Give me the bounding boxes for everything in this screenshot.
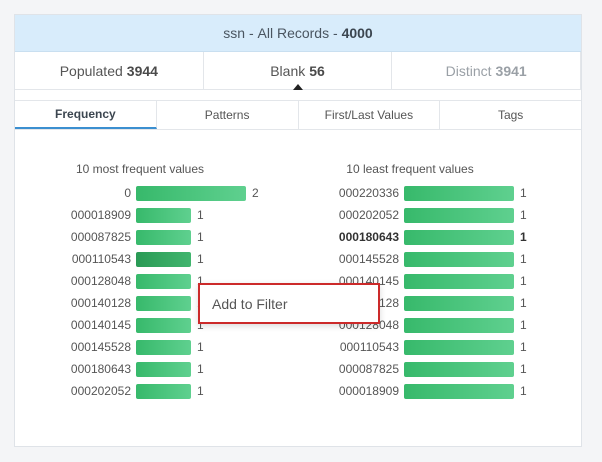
value-label: 000140145 [70, 318, 131, 332]
tab-tags[interactable]: Tags [440, 101, 581, 129]
count-label: 1 [520, 252, 527, 266]
frequency-bar[interactable] [136, 251, 191, 267]
value-label: 000128048 [70, 274, 131, 288]
count-label: 1 [520, 296, 527, 310]
frequency-bar[interactable] [136, 361, 191, 377]
stat-distinct-label: Distinct [445, 62, 492, 79]
caret-up-icon [293, 84, 303, 90]
frequency-bar[interactable] [404, 317, 514, 333]
frequency-bar[interactable] [404, 383, 514, 399]
value-label: 000110543 [339, 340, 399, 354]
count-label: 1 [197, 230, 204, 244]
frequency-bar[interactable] [404, 273, 514, 289]
count-label: 1 [520, 208, 527, 222]
frequency-row: 000202052 1 [290, 204, 530, 226]
count-label: 1 [197, 252, 204, 266]
value-label: 000140128 [70, 296, 131, 310]
value-label: 000110543 [71, 252, 131, 266]
stat-populated[interactable]: Populated 3944 [15, 52, 204, 89]
frequency-row: 000110543 1 [290, 336, 530, 358]
value-label: 000180643 [70, 362, 131, 376]
value-label: 000018909 [70, 208, 131, 222]
frequency-bar[interactable] [404, 185, 514, 201]
stat-blank-value: 56 [309, 62, 325, 79]
most-frequent-title: 10 most frequent values [75, 162, 205, 176]
tab-patterns[interactable]: Patterns [157, 101, 299, 129]
stat-distinct-value: 3941 [495, 62, 527, 79]
frequency-bar[interactable] [136, 339, 191, 355]
frequency-row: 000220336 1 [290, 182, 530, 204]
stats-bar: Populated 3944 Blank 56 Distinct 3941 [15, 52, 582, 90]
records-label: All Records [257, 25, 330, 41]
frequency-row: 000145528 1 [20, 336, 260, 358]
frequency-bar[interactable] [136, 185, 246, 201]
count-label: 1 [520, 186, 527, 200]
count-label: 1 [197, 384, 204, 398]
stat-populated-label: Populated [59, 62, 123, 79]
tab-frequency[interactable]: Frequency [15, 101, 157, 129]
value-label: 000202052 [338, 208, 399, 222]
frequency-row: 02 [20, 182, 260, 204]
frequency-bar[interactable] [136, 207, 191, 223]
frequency-row: 000180643 1 [290, 226, 530, 248]
frequency-bar[interactable] [404, 229, 514, 245]
value-label: 000087825 [70, 230, 131, 244]
count-label: 1 [197, 362, 204, 376]
header-separator: - [245, 25, 258, 41]
stat-distinct[interactable]: Distinct 3941 [392, 52, 582, 89]
value-label: 000087825 [338, 362, 399, 376]
context-menu-add-to-filter[interactable]: Add to Filter [198, 283, 380, 324]
value-label: 0 [124, 186, 131, 200]
count-label: 1 [197, 340, 204, 354]
frequency-bar[interactable] [136, 229, 191, 245]
frequency-row: 000018909 1 [20, 204, 260, 226]
field-header: ssn - All Records - 4000 [15, 15, 581, 52]
count-label: 2 [252, 186, 259, 200]
count-label: 1 [520, 318, 527, 332]
frequency-bar[interactable] [136, 383, 191, 399]
most-frequent-panel: 10 most frequent values 0 2 000018909 1 0000… [20, 162, 260, 402]
count-label: 1 [197, 208, 204, 222]
stat-populated-value: 3944 [126, 62, 158, 79]
frequency-row: 000110543 1 [20, 248, 260, 270]
value-label: 000018909 [338, 384, 399, 398]
tab-first-last-values[interactable]: First/Last Values [299, 101, 441, 129]
count-label: 1 [520, 362, 527, 376]
count-label: 1 [520, 384, 527, 398]
frequency-bar[interactable] [136, 273, 191, 289]
frequency-bar[interactable] [404, 295, 514, 311]
stat-blank-label: Blank [270, 62, 306, 79]
value-label: 000180643 [338, 230, 399, 244]
count-label: 1 [520, 274, 527, 288]
value-label: 000220336 [338, 186, 399, 200]
field-name: ssn [223, 25, 246, 41]
frequency-row: 000145528 1 [290, 248, 530, 270]
least-frequent-panel: 10 least frequent values 000220336 1 00020… [290, 162, 530, 402]
least-frequent-title: 10 least frequent values [346, 162, 474, 176]
frequency-row: 000087825 1 [290, 358, 530, 380]
frequency-row: 000180643 1 [20, 358, 260, 380]
frequency-bar[interactable] [404, 339, 514, 355]
frequency-bar[interactable] [404, 207, 514, 223]
value-label: 000145528 [70, 340, 131, 354]
frequency-row: 000018909 1 [290, 380, 530, 402]
tab-bar: Frequency Patterns First/Last Values Tag… [15, 100, 581, 130]
count-label: 1 [520, 340, 527, 354]
header-separator-2: - [329, 25, 342, 41]
count-label: 1 [520, 230, 527, 244]
frequency-bar[interactable] [404, 251, 514, 267]
value-label: 000202052 [70, 384, 131, 398]
frequency-bar[interactable] [136, 295, 191, 311]
records-count: 4000 [341, 25, 373, 41]
frequency-bar[interactable] [136, 317, 191, 333]
frequency-row: 000202052 1 [20, 380, 260, 402]
frequency-row: 000087825 1 [20, 226, 260, 248]
frequency-bar[interactable] [404, 361, 514, 377]
value-label: 000145528 [338, 252, 399, 266]
